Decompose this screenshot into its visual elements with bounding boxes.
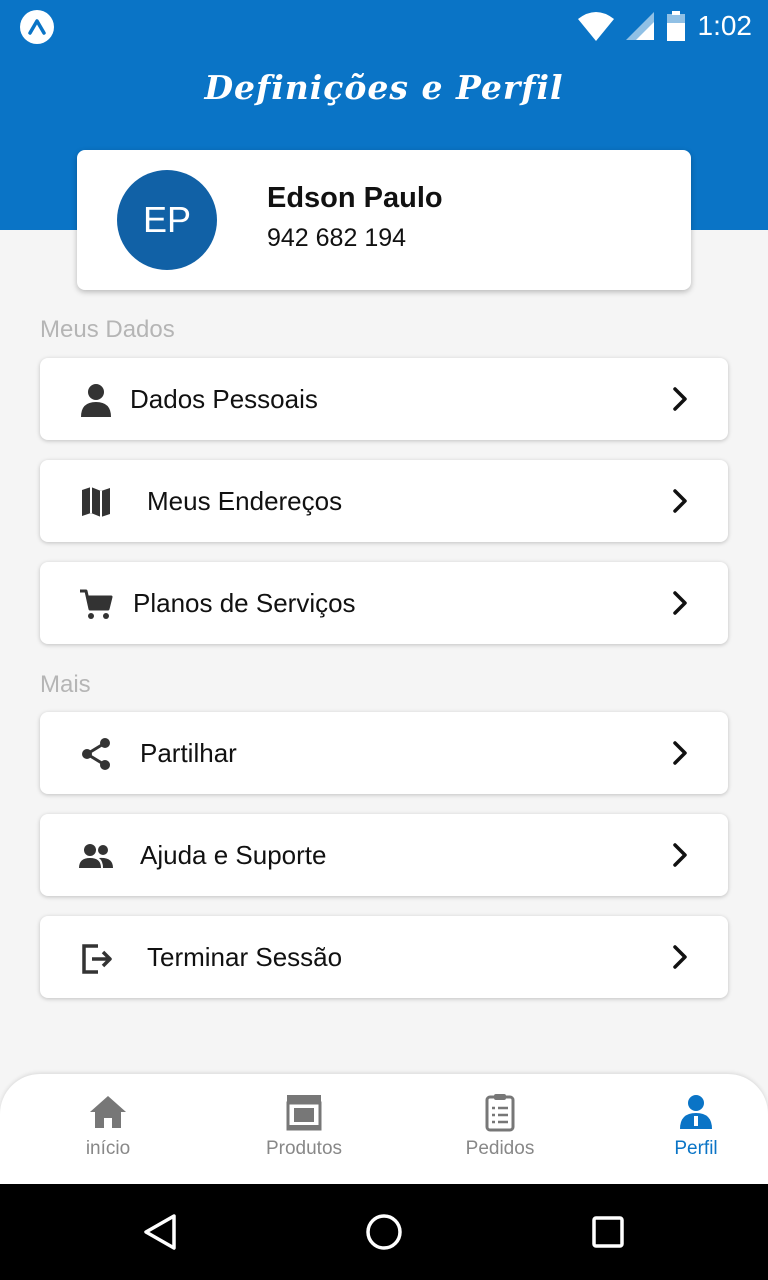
menu-label: Partilhar: [140, 738, 237, 768]
status-bar: 1:02: [0, 0, 768, 52]
store-icon: [286, 1095, 322, 1131]
menu-item-share[interactable]: Partilhar: [40, 712, 728, 794]
app-notification-icon: [20, 10, 54, 44]
home-icon: [90, 1096, 126, 1128]
menu-item-addresses[interactable]: Meus Endereços: [40, 460, 728, 542]
map-icon: [82, 487, 110, 517]
share-icon: [82, 738, 110, 770]
avatar: EP: [117, 170, 217, 270]
battery-icon: [666, 11, 685, 41]
menu-label: Meus Endereços: [147, 486, 343, 516]
chevron-right-icon: [673, 945, 687, 969]
menu-label: Ajuda e Suporte: [140, 840, 327, 870]
cart-icon: [80, 589, 113, 619]
menu-label: Planos de Serviços: [133, 588, 356, 618]
recents-icon[interactable]: [586, 1210, 630, 1254]
people-icon: [79, 844, 113, 868]
nav-label: início: [85, 1138, 131, 1159]
nav-item-home[interactable]: início: [33, 1092, 183, 1178]
nav-item-products[interactable]: Produtos: [229, 1092, 379, 1178]
nav-label: Produtos: [265, 1138, 343, 1159]
status-time: 1:02: [697, 10, 753, 41]
nav-item-profile[interactable]: Perfil: [621, 1092, 768, 1178]
user-icon: [680, 1095, 712, 1129]
chevron-right-icon: [673, 843, 687, 867]
menu-item-personal-data[interactable]: Dados Pessoais: [40, 358, 728, 440]
profile-phone: 942 682 194: [267, 224, 407, 252]
page-title: Definições e Perfil: [204, 68, 564, 107]
logout-icon: [82, 944, 112, 974]
bottom-navigation: início Produtos Pedidos Perfil: [0, 1074, 768, 1184]
avatar-initials: EP: [142, 199, 192, 240]
chevron-right-icon: [673, 591, 687, 615]
back-icon[interactable]: [138, 1210, 182, 1254]
chevron-right-icon: [673, 741, 687, 765]
section-label-my-data: Meus Dados: [40, 316, 175, 343]
menu-label: Dados Pessoais: [130, 384, 318, 414]
system-navigation-bar: [0, 1184, 768, 1280]
chevron-right-icon: [673, 387, 687, 411]
menu-item-help-support[interactable]: Ajuda e Suporte: [40, 814, 728, 896]
menu-label: Terminar Sessão: [147, 942, 343, 972]
person-icon: [81, 384, 111, 417]
profile-card[interactable]: EP Edson Paulo 942 682 194: [77, 150, 691, 290]
section-label-more: Mais: [40, 671, 91, 698]
clipboard-icon: [485, 1094, 515, 1132]
nav-item-orders[interactable]: Pedidos: [425, 1092, 575, 1178]
signal-icon: [625, 12, 654, 40]
profile-name: Edson Paulo: [267, 182, 443, 214]
menu-item-logout[interactable]: Terminar Sessão: [40, 916, 728, 998]
nav-label: Perfil: [674, 1138, 718, 1159]
menu-item-service-plans[interactable]: Planos de Serviços: [40, 562, 728, 644]
nav-label: Pedidos: [465, 1138, 535, 1159]
chevron-right-icon: [673, 489, 687, 513]
home-button-icon[interactable]: [362, 1210, 406, 1254]
wifi-icon: [577, 12, 614, 41]
